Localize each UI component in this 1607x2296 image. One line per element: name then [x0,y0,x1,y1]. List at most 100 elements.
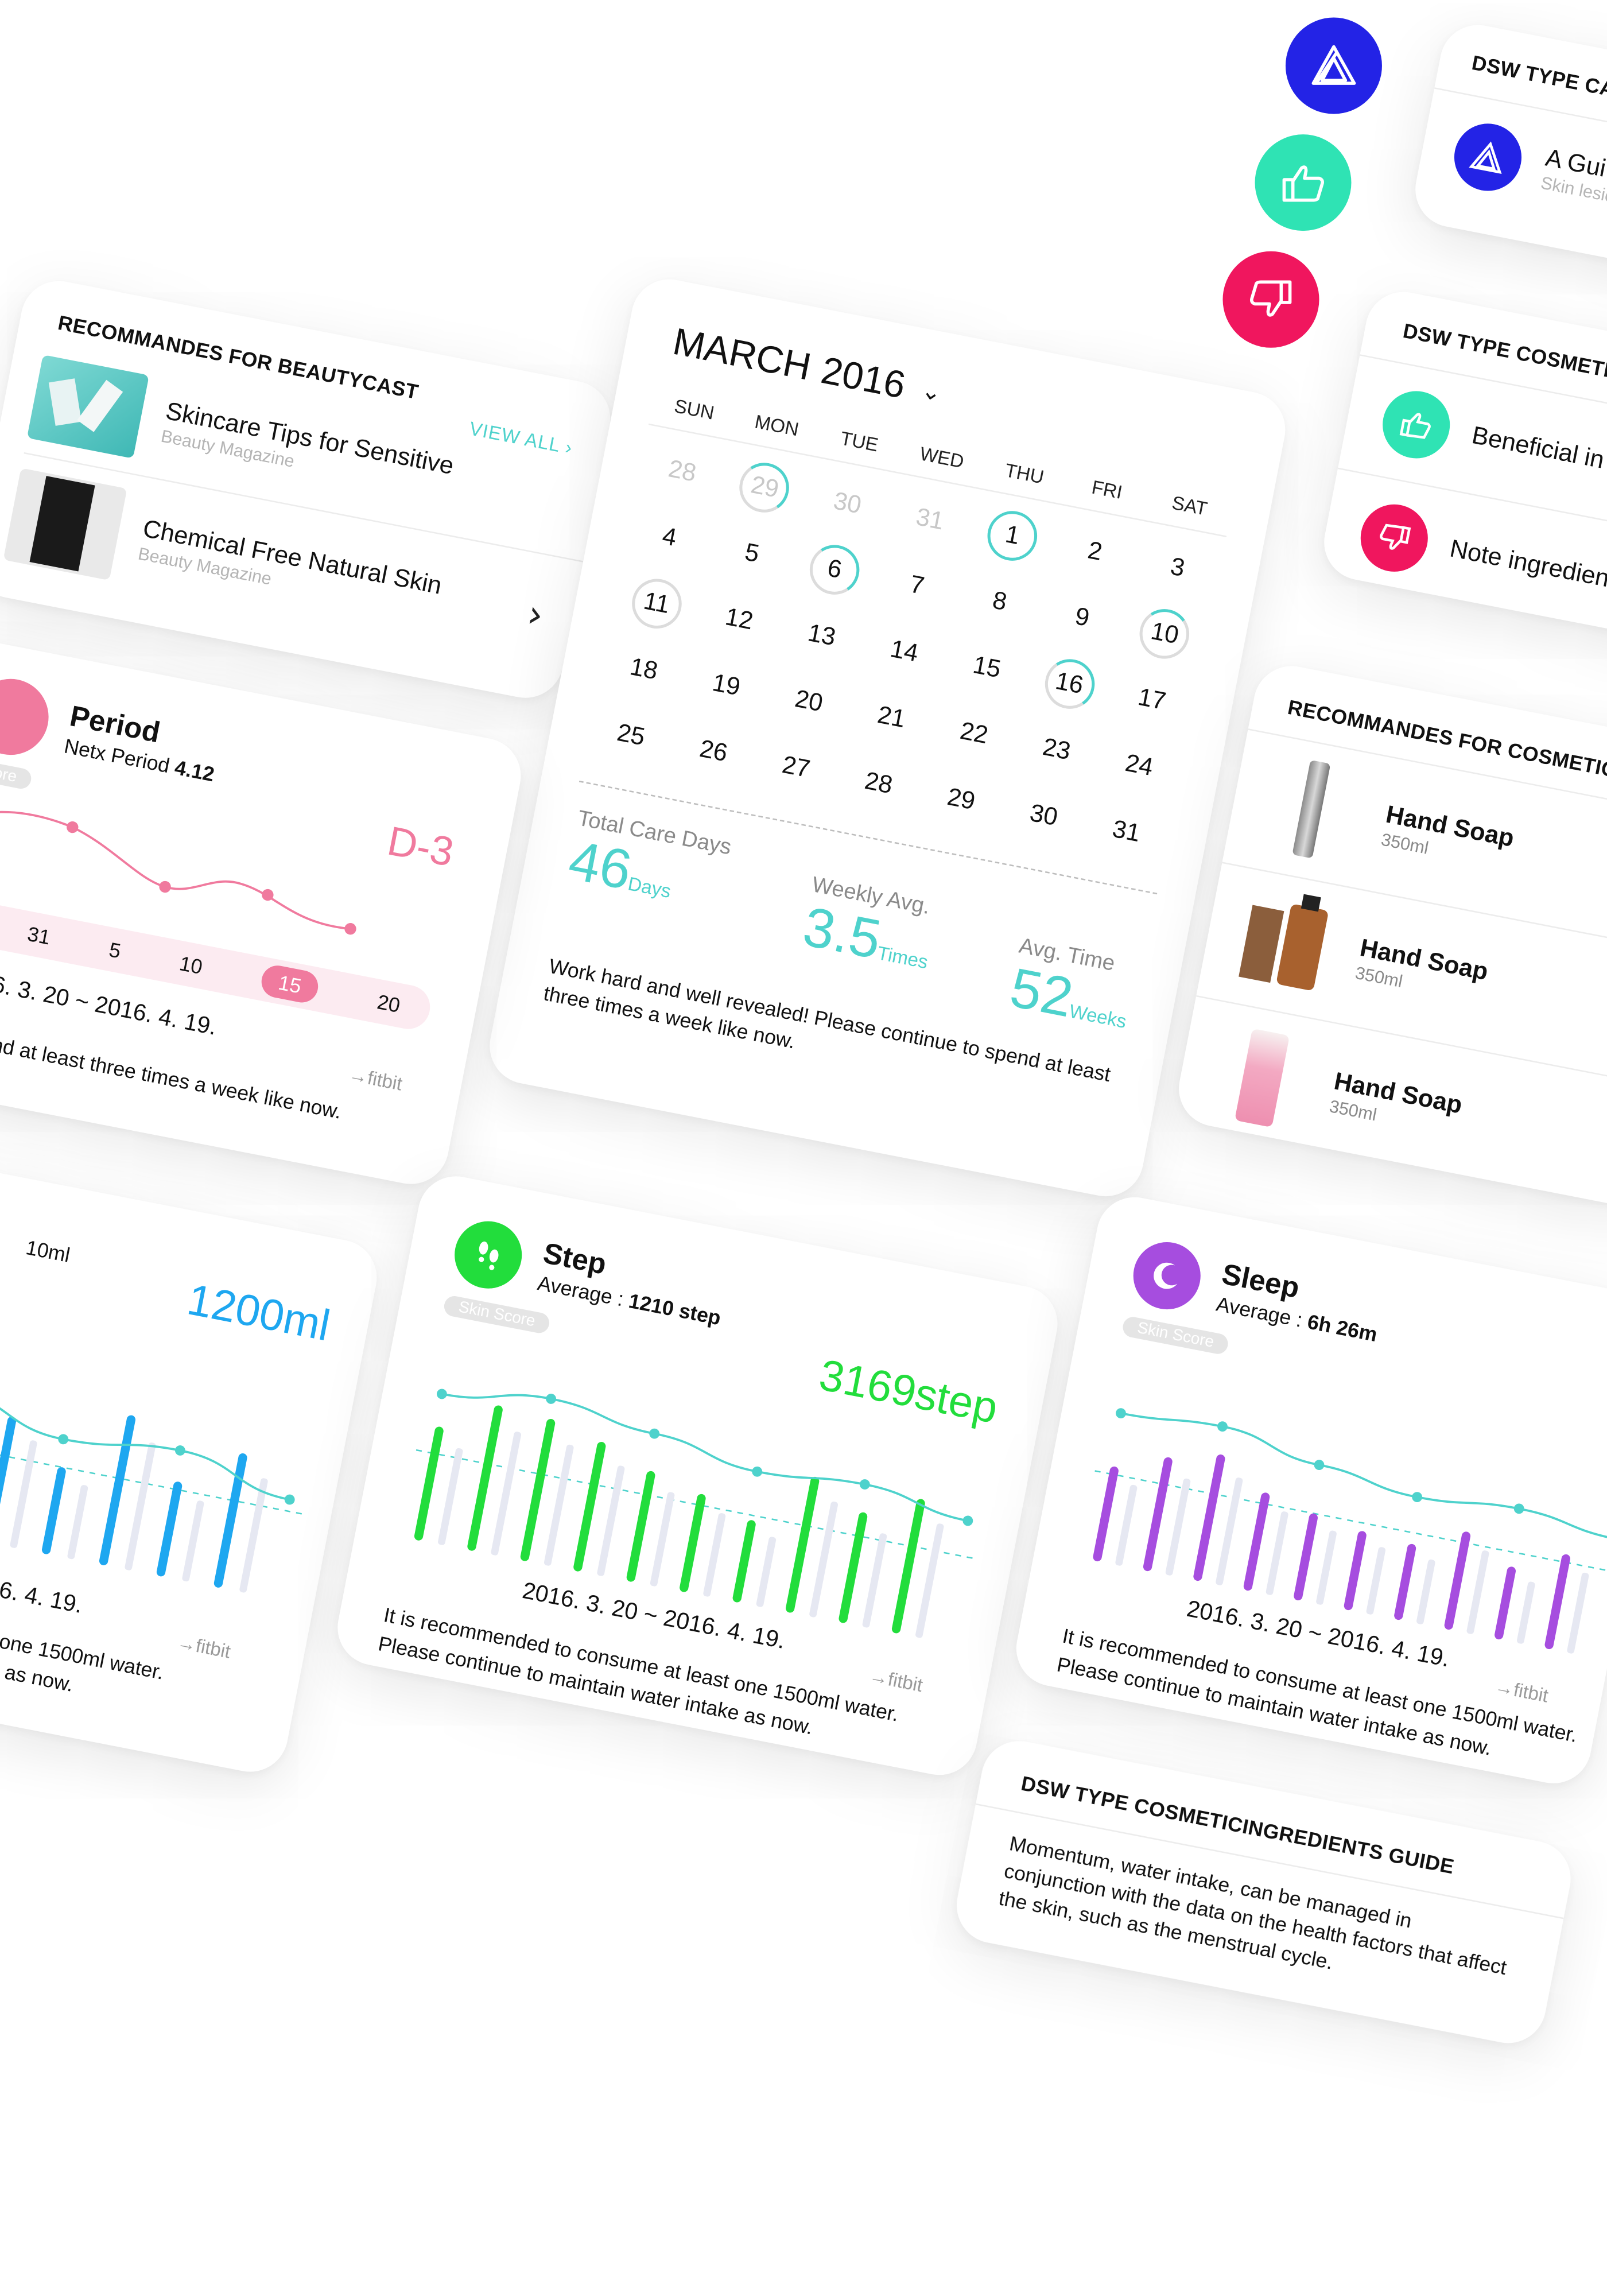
fitbit-logo: →fitbit [347,1063,404,1095]
calendar-day-number: 24 [1110,737,1168,795]
calendar-day-label: 5 [742,538,762,568]
period-axis-label: 20 [375,990,402,1017]
data-bar [1495,1566,1516,1640]
calendar-day-label: 2 [1085,536,1105,567]
period-point [344,922,356,935]
trend-point [546,1394,557,1404]
stat-unit: Weeks [1067,999,1128,1033]
data-bar [732,1520,756,1603]
calendar-day-number: 4 [641,509,698,567]
beautycast-card: RECOMMANDES FOR BEAUTYCAST Skincare Tips… [0,274,617,705]
calendar-day-number: 30 [818,475,876,533]
calendar-day-label: 11 [641,587,672,619]
weekday: MON [752,410,801,441]
trend-line [1120,1412,1607,1541]
trend-point [859,1479,870,1490]
stat-value: 46 [564,830,636,903]
trend-point [58,1434,69,1445]
thumbs-up-icon[interactable] [1255,134,1352,231]
footsteps-icon [449,1215,528,1294]
comparison-bar [650,1492,675,1587]
comparison-bar [182,1500,204,1582]
sleep-card: Sleep Average : 6h 26m Skin Score 2016. … [1010,1190,1607,1790]
thumbs-down-icon [1354,498,1434,577]
calendar-day-number: 15 [958,639,1016,697]
calendar-day-label: 30 [1027,798,1060,832]
calendar-day-label: 10 [1148,616,1181,650]
water-bar-chart [0,1389,302,1593]
calendar-day-number: 5 [723,525,781,583]
data-bar [41,1467,66,1554]
triangle-logo-icon[interactable] [1285,17,1382,114]
calendar-day-number: 17 [1123,671,1181,729]
calendar-day-label: 15 [971,650,1003,684]
data-bar [1444,1531,1471,1630]
data-bar [1294,1513,1318,1601]
comparison-bar [1316,1530,1337,1605]
data-bar [1544,1554,1570,1650]
comparison-bar [491,1432,522,1556]
calendar-day-number: 7 [888,557,946,615]
fitbit-logo: →fitbit [868,1665,925,1696]
calendar-day-number: 22 [945,705,1003,763]
data-bar [1143,1457,1173,1572]
chevron-down-icon[interactable]: ⌄ [919,375,944,408]
calendar-day-label: 14 [888,634,921,668]
calendar-day-number: 30 [1015,787,1073,845]
calendar-day-label: 29 [945,782,978,816]
period-axis-selected[interactable]: 15 [258,963,321,1006]
weekday: SAT [1170,491,1209,520]
calendar-day-label: 16 [1053,666,1086,700]
comparison-bar [544,1444,574,1566]
fitbit-label: fitbit [366,1066,405,1095]
data-bar [414,1426,444,1541]
calendar-day-number: 23 [1027,721,1085,779]
dsw-type-cosmetic-card: DSW TYPE COSMETIC Beneficial in Note ing… [1317,285,1607,665]
period-card: Period Netx Period 4.12 ore D-3 6 31 5 1… [0,635,527,1191]
calendar-day-number: 3 [1148,539,1206,597]
calendar-day-label: 8 [990,586,1010,616]
calendar-day-number: 14 [875,623,933,681]
calendar-day-label: 4 [660,522,679,552]
calendar-day-label: 28 [862,766,895,800]
data-bar [1394,1543,1416,1620]
calendar-day-label: 12 [723,602,756,635]
trend-point [1217,1421,1228,1432]
trend-point [962,1515,973,1526]
dsw-type-card-top: DSW TYPE CA A Gui Skin lesic [1408,18,1607,303]
period-axis-label: 31 [25,921,53,949]
skin-score-badge: ore [0,760,33,791]
comparison-bar [10,1440,37,1548]
comparison-bar [125,1442,156,1570]
comparison-bar [1366,1547,1386,1615]
calendar-day-label: 27 [779,750,813,784]
comparison-bar [597,1465,625,1576]
data-bar [1093,1466,1119,1562]
calendar-day-label: 13 [805,618,839,651]
trend-point [1314,1460,1325,1471]
thumbs-down-icon[interactable] [1222,251,1319,348]
calendar-day-label: 29 [748,471,781,503]
article-thumbnail [3,468,127,581]
list-item[interactable]: A Gui Skin lesic [1412,89,1607,285]
calendar-day-progress-ring: 6 [805,540,864,599]
calendar-day-label: 19 [710,668,743,701]
calendar-day-number: 31 [1097,803,1155,861]
comparison-bar [67,1485,88,1560]
stat-unit: Days [626,872,673,902]
calendar-day-number: 28 [849,755,907,813]
stat-total-care-days: Total Care Days 46Days [556,806,733,962]
data-bar [680,1494,706,1592]
calendar-day-number: 19 [697,657,755,715]
calendar-day-number: 28 [653,443,711,501]
calendar-day-number: 26 [684,723,742,781]
trend-point [752,1466,763,1477]
calendar-month: MARCH [669,319,815,389]
comparison-bar [862,1533,887,1628]
fitbit-label: fitbit [194,1634,232,1663]
calendar-day-label: 26 [697,734,730,767]
calendar-day-label: 22 [957,716,991,750]
calendar-day-label: 1 [1003,520,1022,550]
calendar-day-number: 20 [780,673,838,731]
moon-icon [1127,1236,1206,1316]
